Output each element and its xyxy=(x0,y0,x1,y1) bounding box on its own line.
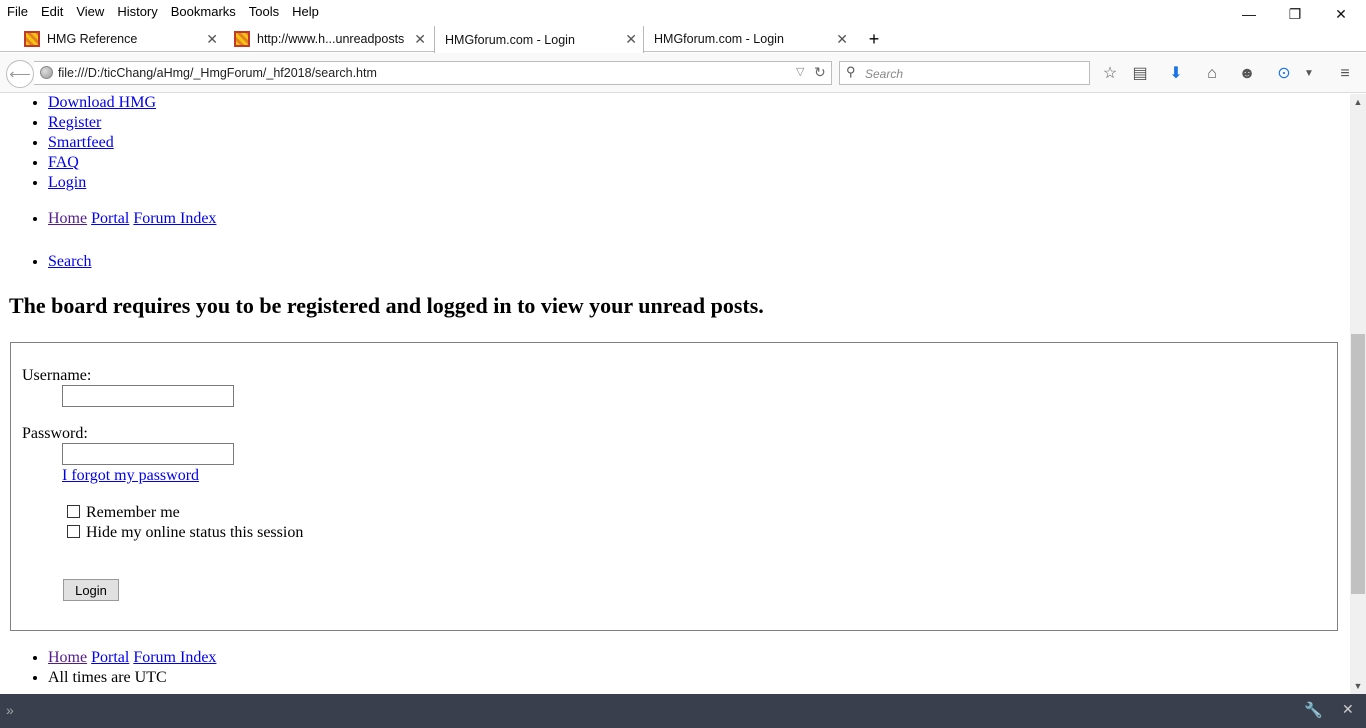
menu-bar: File Edit View History Bookmarks Tools H… xyxy=(0,0,1366,22)
close-icon[interactable]: ✕ xyxy=(1342,701,1354,718)
pocket-icon[interactable]: ⊙ xyxy=(1274,64,1294,84)
tab-title: HMG Reference xyxy=(47,32,138,46)
close-tab-icon[interactable]: ✕ xyxy=(414,31,426,48)
list-item: FAQ xyxy=(48,153,156,173)
close-tab-icon[interactable]: ✕ xyxy=(625,31,637,48)
tab-bar: HMG Reference ✕ http://www.h...unreadpos… xyxy=(0,26,1366,53)
menu-view[interactable]: View xyxy=(69,4,110,19)
close-tab-icon[interactable]: ✕ xyxy=(836,31,848,48)
console-prompt-icon[interactable]: » xyxy=(6,702,14,718)
chat-icon[interactable]: ☻ xyxy=(1237,64,1257,84)
list-item: Home Portal Forum Index xyxy=(48,648,216,668)
pocket-dropdown-icon[interactable]: ▼ xyxy=(1299,64,1319,84)
search-placeholder: Search xyxy=(865,67,904,81)
login-link[interactable]: Login xyxy=(48,174,86,191)
forum-index-link[interactable]: Forum Index xyxy=(133,649,216,666)
home-icon[interactable]: ⌂ xyxy=(1202,64,1222,84)
close-window-button[interactable]: ✕ xyxy=(1318,0,1364,28)
smartfeed-link[interactable]: Smartfeed xyxy=(48,134,114,151)
menu-history[interactable]: History xyxy=(110,4,163,19)
page-content: Download HMG Register Smartfeed FAQ Logi… xyxy=(0,94,1350,694)
forum-index-link[interactable]: Forum Index xyxy=(133,210,216,227)
password-field[interactable] xyxy=(62,443,234,465)
list-item: Search xyxy=(48,252,92,272)
search-input[interactable]: ⚲ Search xyxy=(839,61,1090,85)
top-nav-list: Download HMG Register Smartfeed FAQ Logi… xyxy=(48,94,156,193)
list-item: Download HMG xyxy=(48,94,156,113)
footer-list: Home Portal Forum Index All times are UT… xyxy=(48,648,216,688)
portal-link[interactable]: Portal xyxy=(91,649,129,666)
breadcrumb: Home Portal Forum Index xyxy=(48,209,216,229)
back-arrow-icon[interactable]: ⟵ xyxy=(6,60,34,88)
tab-hmg-reference[interactable]: HMG Reference ✕ xyxy=(16,26,224,52)
developer-toolbar: » 🔧 ✕ xyxy=(0,694,1366,728)
downloads-icon[interactable]: ⬇ xyxy=(1166,64,1186,84)
tab-title: HMGforum.com - Login xyxy=(445,32,575,47)
vertical-scrollbar[interactable]: ▲ ▼ xyxy=(1350,94,1366,694)
hmg-favicon-icon xyxy=(24,31,40,47)
menu-edit[interactable]: Edit xyxy=(34,4,69,19)
menu-help[interactable]: Help xyxy=(285,4,325,19)
menu-bookmarks[interactable]: Bookmarks xyxy=(164,4,242,19)
menu-tools[interactable]: Tools xyxy=(242,4,285,19)
home-link[interactable]: Home xyxy=(48,210,87,227)
list-item: Smartfeed xyxy=(48,133,156,153)
minimize-button[interactable]: — xyxy=(1226,0,1272,28)
password-label: Password: xyxy=(22,425,88,442)
login-form: Username: Password: I forgot my password… xyxy=(10,342,1338,631)
tab-title: HMGforum.com - Login xyxy=(654,32,784,46)
portal-link[interactable]: Portal xyxy=(91,210,129,227)
username-label: Username: xyxy=(22,367,92,384)
timezone-note: All times are UTC xyxy=(48,668,216,688)
hamburger-menu-icon[interactable]: ≡ xyxy=(1335,64,1355,84)
reload-icon[interactable]: ↻ xyxy=(814,64,826,81)
reading-list-icon[interactable]: ▤ xyxy=(1130,64,1150,84)
search-list: Search xyxy=(48,252,92,272)
hide-online-label: Hide my online status this session xyxy=(86,524,304,541)
remember-me-label: Remember me xyxy=(86,504,180,521)
hide-online-checkbox[interactable] xyxy=(67,525,80,538)
search-link[interactable]: Search xyxy=(48,253,92,270)
faq-link[interactable]: FAQ xyxy=(48,154,79,171)
remember-me-checkbox[interactable] xyxy=(67,505,80,518)
bookmark-star-icon[interactable]: ☆ xyxy=(1100,64,1120,84)
tab-unreadposts[interactable]: http://www.h...unreadposts ✕ xyxy=(226,26,432,52)
restore-button[interactable]: ❐ xyxy=(1272,0,1318,28)
scroll-down-icon[interactable]: ▼ xyxy=(1350,678,1366,694)
register-link[interactable]: Register xyxy=(48,114,101,131)
wrench-icon[interactable]: 🔧 xyxy=(1304,701,1323,719)
list-item: Login xyxy=(48,173,156,193)
new-tab-icon[interactable]: + xyxy=(864,28,884,50)
nav-bar: ⟵ file:///D:/ticChang/aHmg/_HmgForum/_hf… xyxy=(0,53,1366,93)
url-text[interactable]: file:///D:/ticChang/aHmg/_HmgForum/_hf20… xyxy=(58,66,377,80)
username-field[interactable] xyxy=(62,385,234,407)
page-title: The board requires you to be registered … xyxy=(9,293,764,318)
download-hmg-link[interactable]: Download HMG xyxy=(48,94,156,111)
history-dropdown-icon[interactable]: ▽ xyxy=(796,65,804,78)
search-icon: ⚲ xyxy=(846,64,856,79)
scroll-up-icon[interactable]: ▲ xyxy=(1350,94,1366,110)
hmg-favicon-icon xyxy=(234,31,250,47)
tab-title: http://www.h...unreadposts xyxy=(257,32,405,46)
login-button[interactable]: Login xyxy=(63,579,119,601)
url-bar[interactable]: file:///D:/ticChang/aHmg/_HmgForum/_hf20… xyxy=(34,61,832,85)
scrollbar-thumb[interactable] xyxy=(1351,334,1365,594)
tab-hmgforum-login[interactable]: HMGforum.com - Login ✕ xyxy=(646,26,854,52)
globe-icon xyxy=(40,66,53,79)
menu-file[interactable]: File xyxy=(0,4,34,19)
close-tab-icon[interactable]: ✕ xyxy=(206,31,218,48)
list-item: Home Portal Forum Index xyxy=(48,209,216,229)
home-link[interactable]: Home xyxy=(48,649,87,666)
forgot-password-link[interactable]: I forgot my password xyxy=(62,467,199,485)
list-item: Register xyxy=(48,113,156,133)
tab-hmgforum-login-active[interactable]: HMGforum.com - Login ✕ xyxy=(434,26,644,53)
